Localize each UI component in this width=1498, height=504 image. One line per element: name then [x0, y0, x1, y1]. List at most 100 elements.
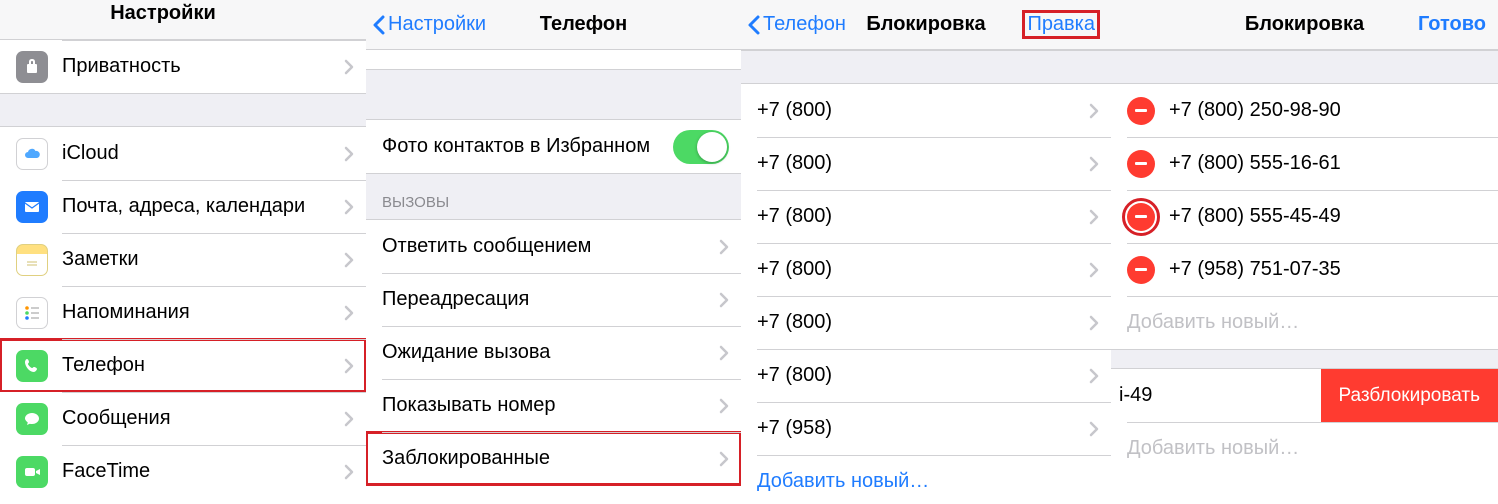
- blocked-edit-row[interactable]: +7 (800) 555-45-49: [1111, 190, 1498, 243]
- add-new-label: Добавить новый…: [1127, 437, 1486, 460]
- toggle-switch[interactable]: [673, 130, 729, 164]
- row-mail[interactable]: Почта, адреса, календари: [0, 180, 366, 233]
- row-privacy[interactable]: Приватность: [0, 40, 366, 93]
- delete-minus-icon[interactable]: [1127, 97, 1155, 125]
- chevron-right-icon: [1089, 262, 1099, 278]
- add-new-row[interactable]: Добавить новый…: [1111, 422, 1498, 475]
- label: FaceTime: [62, 460, 344, 483]
- delete-minus-icon[interactable]: [1127, 256, 1155, 284]
- phone-number: +7 (958) 751-07-35: [1169, 258, 1486, 281]
- chevron-right-icon: [719, 398, 729, 414]
- chevron-right-icon: [1089, 368, 1099, 384]
- back-button[interactable]: Настройки: [372, 13, 486, 36]
- phone-number: +7 (800): [757, 258, 1089, 281]
- chevron-right-icon: [719, 239, 729, 255]
- label: iCloud: [62, 142, 344, 165]
- label: Почта, адреса, календари: [62, 195, 344, 218]
- add-new-label: Добавить новый…: [1127, 311, 1486, 334]
- blocked-edit-pane: Блокировка Готово +7 (800) 250-98-90 +7 …: [1111, 0, 1498, 504]
- back-label: Телефон: [763, 13, 846, 36]
- privacy-icon: [16, 51, 48, 83]
- blocked-edit-row[interactable]: +7 (800) 555-16-61: [1111, 137, 1498, 190]
- label: Фото контактов в Избранном: [382, 135, 673, 158]
- section-header-calls: ВЫЗОВЫ: [366, 173, 741, 220]
- row-reminders[interactable]: Напоминания: [0, 286, 366, 339]
- add-new-row[interactable]: Добавить новый…: [1111, 296, 1498, 349]
- blocked-number-row[interactable]: +7 (800): [741, 190, 1111, 243]
- group-gap: [741, 50, 1111, 84]
- chevron-right-icon: [344, 464, 354, 480]
- phone-settings-pane: Настройки Телефон Фото контактов в Избра…: [366, 0, 741, 504]
- nav-title: Блокировка: [866, 13, 985, 36]
- edit-button[interactable]: Правка: [1023, 11, 1099, 38]
- label: Показывать номер: [382, 394, 719, 417]
- phone-icon: [16, 350, 48, 382]
- label: Сообщения: [62, 407, 344, 430]
- blocked-number-row[interactable]: +7 (958): [741, 402, 1111, 455]
- row-facetime[interactable]: FaceTime: [0, 445, 366, 498]
- delete-minus-icon[interactable]: [1127, 150, 1155, 178]
- cloud-icon: [16, 138, 48, 170]
- navbar-settings: Настройки: [0, 0, 366, 40]
- reminders-icon: [16, 297, 48, 329]
- navbar-blocked: Телефон Блокировка Правка: [741, 0, 1111, 50]
- chevron-right-icon: [1089, 315, 1099, 331]
- mail-icon: [16, 191, 48, 223]
- label: Заблокированные: [382, 447, 719, 470]
- row-call-waiting[interactable]: Ожидание вызова: [366, 326, 741, 379]
- blocked-edit-row[interactable]: +7 (958) 751-07-35: [1111, 243, 1498, 296]
- clipped-row: [366, 50, 741, 70]
- chevron-right-icon: [1089, 421, 1099, 437]
- row-forwarding[interactable]: Переадресация: [366, 273, 741, 326]
- phone-number: +7 (800): [757, 152, 1089, 175]
- phone-number: +7 (800): [757, 205, 1089, 228]
- row-blocked[interactable]: Заблокированные: [366, 432, 741, 485]
- row-contact-photos[interactable]: Фото контактов в Избранном: [366, 120, 741, 173]
- label: Приватность: [62, 55, 344, 78]
- chevron-right-icon: [719, 451, 729, 467]
- group-gap: [366, 70, 741, 120]
- group-gap: [0, 93, 366, 127]
- delete-minus-icon[interactable]: [1127, 203, 1155, 231]
- chevron-right-icon: [344, 146, 354, 162]
- row-notes[interactable]: Заметки: [0, 233, 366, 286]
- blocked-number-row[interactable]: +7 (800): [741, 243, 1111, 296]
- swiped-row[interactable]: і-49 Разблокировать: [1111, 369, 1498, 422]
- row-reply-message[interactable]: Ответить сообщением: [366, 220, 741, 273]
- chevron-right-icon: [344, 411, 354, 427]
- partial-number: і-49: [1119, 384, 1152, 407]
- add-new-row[interactable]: Добавить новый…: [741, 455, 1111, 504]
- unblock-button[interactable]: Разблокировать: [1321, 369, 1498, 422]
- nav-title: Блокировка: [1245, 13, 1364, 36]
- phone-number: +7 (800): [757, 99, 1089, 122]
- phone-number: +7 (800): [757, 311, 1089, 334]
- row-phone[interactable]: Телефон: [0, 339, 366, 392]
- chevron-right-icon: [1089, 209, 1099, 225]
- back-label: Настройки: [388, 13, 486, 36]
- phone-number: +7 (958): [757, 417, 1089, 440]
- add-new-label: Добавить новый…: [757, 470, 1099, 493]
- done-button[interactable]: Готово: [1418, 13, 1486, 36]
- navbar-blocked-edit: Блокировка Готово: [1111, 0, 1498, 50]
- facetime-icon: [16, 456, 48, 488]
- blocked-number-row[interactable]: +7 (800): [741, 137, 1111, 190]
- back-button[interactable]: Телефон: [747, 13, 846, 36]
- label: Телефон: [62, 354, 344, 377]
- nav-title: Телефон: [540, 13, 627, 36]
- blocked-number-row[interactable]: +7 (800): [741, 296, 1111, 349]
- phone-number: +7 (800) 555-16-61: [1169, 152, 1486, 175]
- chevron-right-icon: [344, 199, 354, 215]
- blocked-edit-row[interactable]: +7 (800) 250-98-90: [1111, 84, 1498, 137]
- row-show-number[interactable]: Показывать номер: [366, 379, 741, 432]
- chevron-right-icon: [344, 358, 354, 374]
- settings-pane: Настройки Приватность iCloud Почта, адре…: [0, 0, 366, 504]
- row-icloud[interactable]: iCloud: [0, 127, 366, 180]
- label: Заметки: [62, 248, 344, 271]
- blocked-number-row[interactable]: +7 (800): [741, 349, 1111, 402]
- label: Переадресация: [382, 288, 719, 311]
- group-gap: [1111, 50, 1498, 84]
- row-messages[interactable]: Сообщения: [0, 392, 366, 445]
- blocked-number-row[interactable]: +7 (800): [741, 84, 1111, 137]
- label: Ожидание вызова: [382, 341, 719, 364]
- phone-number: +7 (800): [757, 364, 1089, 387]
